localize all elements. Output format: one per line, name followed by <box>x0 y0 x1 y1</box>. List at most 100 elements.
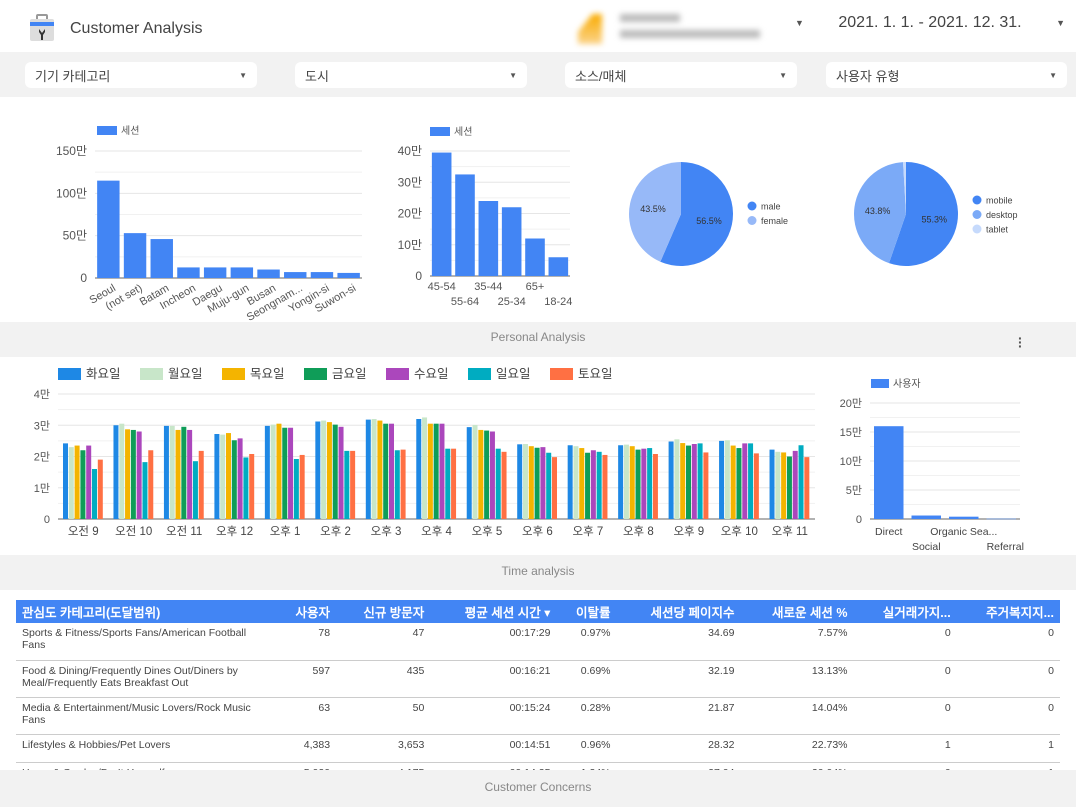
bar-화요일 <box>214 434 220 519</box>
filter-label: 도시 <box>305 68 329 84</box>
y-tick-label: 5만 <box>846 484 862 497</box>
legend-label: 토요일 <box>578 367 613 381</box>
filter-city[interactable]: 도시 ▼ <box>295 62 527 88</box>
metric-cell: 00:14:35 <box>430 762 557 770</box>
bar-토요일 <box>703 452 709 519</box>
bar-수요일 <box>288 427 294 519</box>
table-row[interactable]: Food & Dining/Frequently Dines Out/Diner… <box>16 660 1060 698</box>
bar-(not set) <box>123 233 147 278</box>
bar-월요일 <box>371 419 377 519</box>
bar-토요일 <box>602 454 608 519</box>
legend-dot <box>747 216 757 225</box>
metric-cell: 7.57% <box>740 623 854 661</box>
metric-cell: 21.87 <box>616 697 741 735</box>
bar-수요일 <box>187 429 193 519</box>
y-tick-label: 0 <box>44 514 50 526</box>
bar-토요일 <box>804 457 810 519</box>
table-row[interactable]: Home & Garden/Do-It-Yourselfers5,0204,17… <box>16 762 1060 770</box>
bar-화요일 <box>416 419 422 519</box>
x-tick-label: 오전 10 <box>115 525 152 538</box>
legend-label: 월요일 <box>168 367 203 381</box>
column-header[interactable]: 이탈률 <box>556 600 617 623</box>
column-header[interactable]: 세션당 페이지수 <box>616 600 741 623</box>
metric-cell: 0 <box>853 660 957 698</box>
column-header[interactable]: 새로운 세션 % <box>740 600 854 623</box>
interest-table-container: 관심도 카테고리(도달범위) 사용자 신규 방문자 평균 세션 시간 ▾ 이탈률… <box>0 590 1076 770</box>
bar-월요일 <box>775 451 781 519</box>
metric-cell: 0.96% <box>556 734 617 763</box>
bar-금요일 <box>786 456 792 519</box>
bar-화요일 <box>315 421 321 519</box>
bar-목요일 <box>730 445 736 519</box>
bar-Direct <box>874 426 904 519</box>
bar-수요일 <box>792 450 798 519</box>
bar-일요일 <box>92 469 97 519</box>
table-row[interactable]: Sports & Fitness/Sports Fans/American Fo… <box>16 623 1060 661</box>
bar-금요일 <box>433 423 439 519</box>
bar-Social <box>911 515 941 519</box>
table-row[interactable]: Lifestyles & Hobbies/Pet Lovers 4,383 3,65… <box>16 734 1060 763</box>
x-tick-label: 55-64 <box>451 296 479 308</box>
bar-화요일 <box>769 449 775 519</box>
column-header[interactable]: 신규 방문자 <box>336 600 431 623</box>
metric-cell: 4,175 <box>336 762 431 770</box>
filter-device-category[interactable]: 기기 카테고리 ▼ <box>25 62 257 88</box>
date-range-picker[interactable]: ▼ 2021. 1. 1. - 2021. 12. 31. ▼ <box>795 14 1065 32</box>
bar-화요일 <box>63 443 68 519</box>
header: Customer Analysis ▼ 2021. 1. 1. - 2021. … <box>0 0 1076 52</box>
bar-월요일 <box>321 420 327 519</box>
column-header[interactable]: 실거래가지... <box>853 600 957 623</box>
bar-토요일 <box>501 451 507 519</box>
x-tick-label: 오후 12 <box>216 525 253 538</box>
more-options-icon[interactable]: · · · <box>1018 331 1023 353</box>
bar-화요일 <box>668 441 674 519</box>
metric-cell: 1 <box>956 762 1060 770</box>
y-tick-label: 20만 <box>840 397 862 410</box>
column-header[interactable]: 사용자 <box>276 600 337 623</box>
column-header[interactable]: 주거복지지... <box>956 600 1060 623</box>
bar-수요일 <box>489 431 495 519</box>
account-logo-blurred[interactable] <box>578 8 773 48</box>
bar-토요일 <box>299 454 305 519</box>
column-header-sorted[interactable]: 평균 세션 시간 ▾ <box>430 600 557 623</box>
metric-cell: 0 <box>956 623 1060 661</box>
bar-수요일 <box>389 423 394 519</box>
x-tick-label: 오후 10 <box>721 525 758 538</box>
bar-목요일 <box>680 443 686 519</box>
bar-토요일 <box>552 457 557 519</box>
legend-swatch <box>386 368 409 380</box>
interest-category-cell: Lifestyles & Hobbies/Pet Lovers <box>16 734 276 763</box>
bar-월요일 <box>220 434 226 519</box>
slice-label: 56.5% <box>696 216 722 226</box>
x-tick-label: 오후 4 <box>421 525 452 538</box>
caret-down-icon: ▼ <box>509 70 517 80</box>
metric-cell: 00:14:51 <box>430 734 557 763</box>
y-tick-label: 150만 <box>56 144 87 158</box>
bar-월요일 <box>523 444 528 519</box>
slice-label: 43.5% <box>640 204 666 214</box>
slice-label: 55.3% <box>921 215 947 225</box>
metric-cell: 1 <box>853 734 957 763</box>
filter-source-medium[interactable]: 소스/매체 ▼ <box>565 62 797 88</box>
filter-user-type[interactable]: 사용자 유형 ▼ <box>826 62 1067 88</box>
bar-월요일 <box>169 425 175 519</box>
bar-수요일 <box>641 448 647 519</box>
bar-화요일 <box>567 445 573 519</box>
column-header[interactable]: 관심도 카테고리(도달범위) <box>16 600 276 623</box>
time-charts: 0 1만 2만 3만 4만오전 9 오전 10 오전 11 오후 12 오후 1 오후 2 오후 3… <box>34 367 1024 553</box>
bar-일요일 <box>142 462 148 519</box>
bar-수요일 <box>691 444 697 519</box>
bar-수요일 <box>540 447 546 519</box>
x-tick-label: 35-44 <box>474 281 502 293</box>
bar-목요일 <box>326 422 332 519</box>
legend-label: male <box>761 202 781 212</box>
bar-목요일 <box>629 446 635 519</box>
bar-토요일 <box>451 448 457 519</box>
caret-down-icon: ▼ <box>239 70 247 80</box>
bar-화요일 <box>466 427 472 519</box>
interest-category-cell: Food & Dining/Frequently Dines Out/Diner… <box>16 660 276 698</box>
bar-금요일 <box>181 426 187 519</box>
y-tick-label: 1만 <box>34 482 50 495</box>
table-row[interactable]: Media & Entertainment/Music Lovers/Rock … <box>16 697 1060 735</box>
metric-cell: 0.69% <box>556 660 617 698</box>
